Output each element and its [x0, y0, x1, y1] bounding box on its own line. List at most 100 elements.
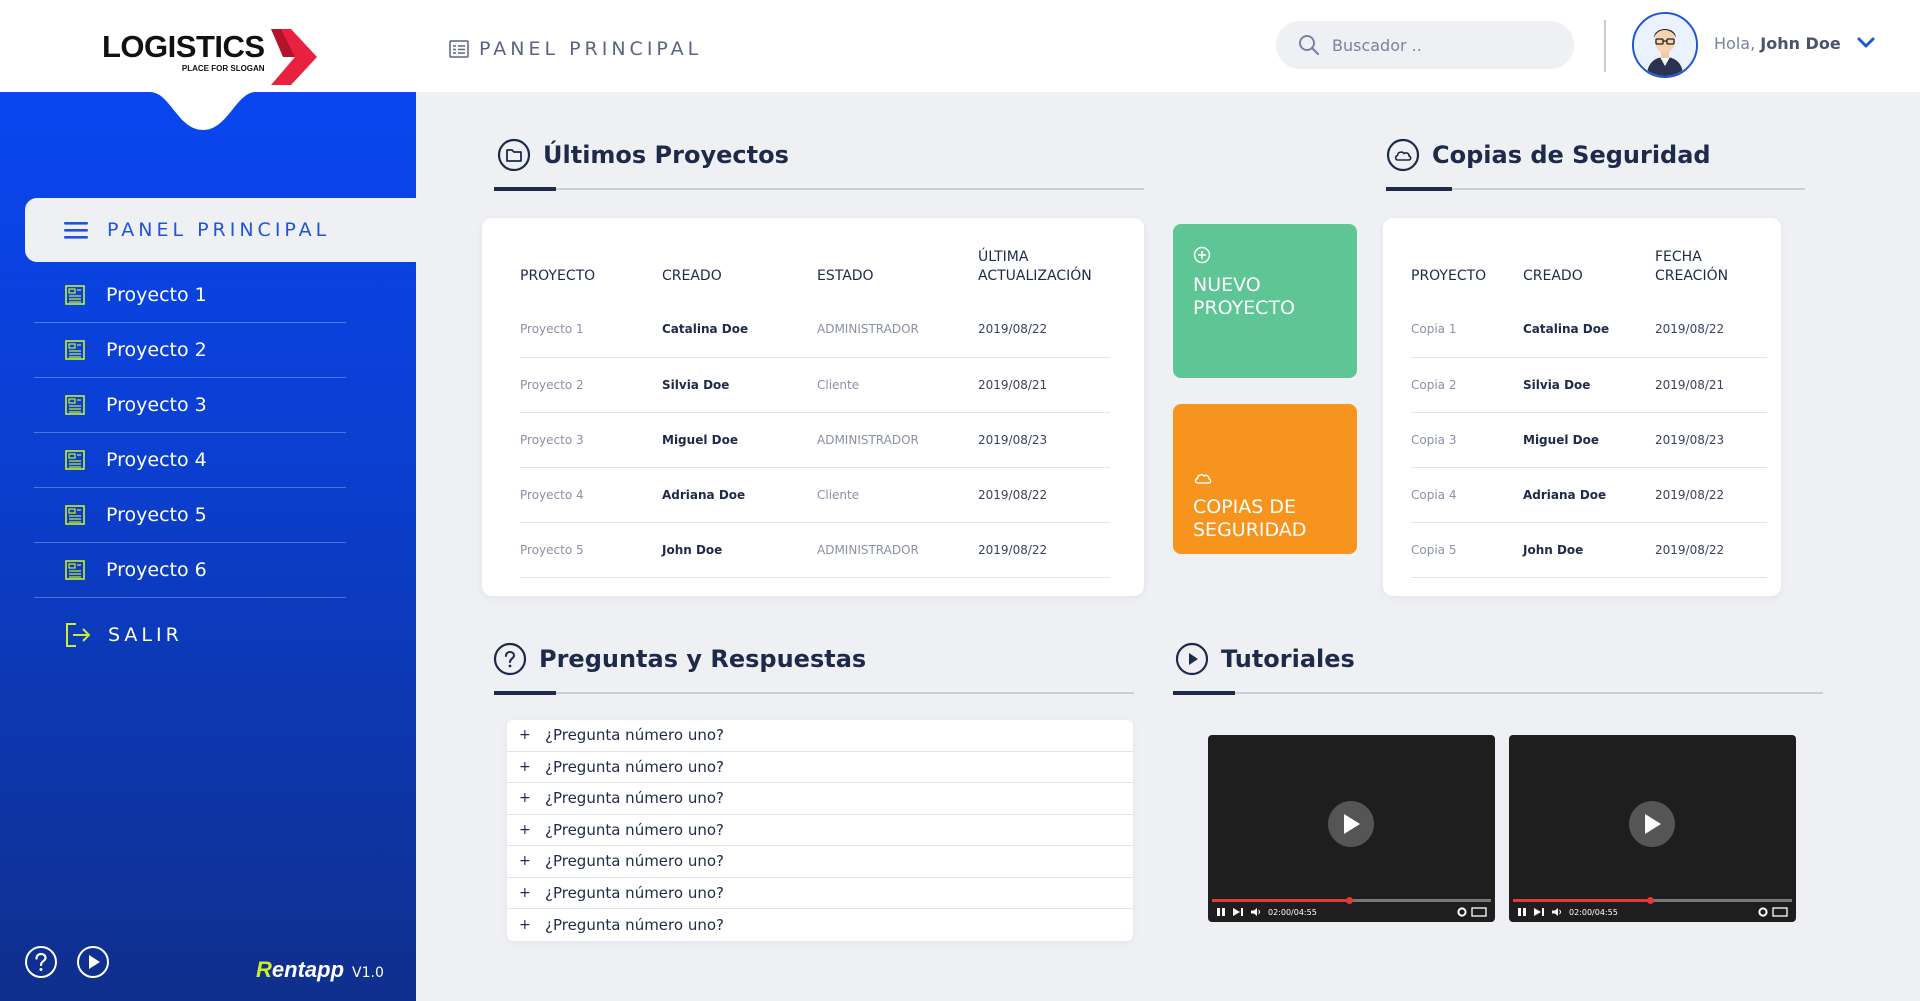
- app-logo[interactable]: LOGISTICS PLACE FOR SLOGAN: [102, 29, 317, 85]
- version-label: V1.0: [352, 965, 384, 981]
- table-row[interactable]: Proyecto 1 Catalina Doe ADMINISTRADOR 20…: [520, 302, 1110, 358]
- avatar[interactable]: [1632, 12, 1698, 78]
- table-row[interactable]: Proyecto 2 Silvia Doe Cliente 2019/08/21: [520, 357, 1110, 413]
- cell-creator: Silvia Doe: [1523, 357, 1655, 413]
- backups-table: PROYECTO CREADO FECHA CREACIÓN Copia 1 C…: [1411, 234, 1767, 578]
- tutorials-title: Tutoriales: [1221, 645, 1355, 673]
- table-row[interactable]: Copia 4 Adriana Doe 2019/08/22: [1411, 467, 1767, 523]
- backups-label: COPIAS DE SEGURIDAD: [1193, 496, 1307, 541]
- projects-card: PROYECTO CREADO ESTADO ÚLTIMA ACTUALIZAC…: [482, 218, 1144, 596]
- play-button[interactable]: [1629, 801, 1675, 847]
- projects-table: PROYECTO CREADO ESTADO ÚLTIMA ACTUALIZAC…: [520, 234, 1110, 578]
- cell-date: 2019/08/22: [978, 522, 1110, 578]
- skip-next-icon[interactable]: [1232, 907, 1244, 917]
- pause-icon[interactable]: [1517, 907, 1527, 917]
- col-header-creado[interactable]: CREADO: [1523, 234, 1655, 302]
- volume-icon[interactable]: [1551, 907, 1563, 917]
- settings-icon[interactable]: [1457, 907, 1467, 917]
- sidebar-item-proyecto-6[interactable]: Proyecto 6: [34, 543, 346, 598]
- tutorials-section-title: Tutoriales: [1175, 642, 1355, 676]
- backups-button[interactable]: COPIAS DE SEGURIDAD: [1173, 404, 1357, 554]
- col-header-fecha-creacion[interactable]: FECHA CREACIÓN: [1655, 234, 1767, 302]
- backups-section-title: Copias de Seguridad: [1386, 138, 1711, 172]
- faq-item[interactable]: + ¿Pregunta número uno?: [507, 878, 1133, 909]
- cell-date: 2019/08/22: [1655, 522, 1767, 578]
- col-header-estado[interactable]: ESTADO: [817, 234, 978, 302]
- table-row[interactable]: Proyecto 5 John Doe ADMINISTRADOR 2019/0…: [520, 522, 1110, 578]
- cell-project: Proyecto 3: [520, 412, 662, 468]
- sidebar-item-label: Proyecto 5: [106, 504, 207, 526]
- faq-question: ¿Pregunta número uno?: [545, 726, 724, 745]
- plus-circle-icon: [1193, 246, 1211, 264]
- fullscreen-icon[interactable]: [1471, 907, 1487, 917]
- search-input[interactable]: [1332, 35, 1552, 55]
- sidebar-item-proyecto-5[interactable]: Proyecto 5: [34, 488, 346, 543]
- sidebar-notch: [150, 92, 256, 130]
- video-progress-knob[interactable]: [1345, 897, 1353, 904]
- help-icon[interactable]: [24, 945, 58, 979]
- table-row[interactable]: Copia 5 John Doe 2019/08/22: [1411, 522, 1767, 578]
- sidebar-item-proyecto-2[interactable]: Proyecto 2: [34, 323, 346, 378]
- faq-title: Preguntas y Respuestas: [539, 645, 867, 673]
- table-row[interactable]: Copia 2 Silvia Doe 2019/08/21: [1411, 357, 1767, 413]
- settings-icon[interactable]: [1758, 907, 1768, 917]
- video-progress-bar[interactable]: [1212, 897, 1491, 904]
- faq-item[interactable]: + ¿Pregunta número uno?: [507, 752, 1133, 783]
- faq-question: ¿Pregunta número uno?: [545, 789, 724, 808]
- skip-next-icon[interactable]: [1533, 907, 1545, 917]
- volume-icon[interactable]: [1250, 907, 1262, 917]
- top-header: LOGISTICS PLACE FOR SLOGAN PANEL PRINCIP…: [0, 0, 1920, 92]
- table-row[interactable]: Proyecto 4 Adriana Doe Cliente 2019/08/2…: [520, 467, 1110, 523]
- sidebar-item-proyecto-1[interactable]: Proyecto 1: [34, 268, 346, 323]
- faq-item[interactable]: + ¿Pregunta número uno?: [507, 909, 1133, 941]
- cloud-icon: [1194, 474, 1212, 484]
- sidebar-item-panel-principal[interactable]: PANEL PRINCIPAL: [25, 198, 445, 262]
- table-row[interactable]: Copia 3 Miguel Doe 2019/08/23: [1411, 412, 1767, 468]
- table-row[interactable]: Proyecto 3 Miguel Doe ADMINISTRADOR 2019…: [520, 412, 1110, 468]
- logout-button[interactable]: SALIR: [64, 622, 183, 648]
- cell-creator: Catalina Doe: [662, 302, 817, 358]
- cell-creator: Silvia Doe: [662, 357, 817, 413]
- sidebar-item-proyecto-3[interactable]: Proyecto 3: [34, 378, 346, 433]
- faq-item[interactable]: + ¿Pregunta número uno?: [507, 815, 1133, 846]
- video-progress-knob[interactable]: [1646, 897, 1654, 904]
- sidebar-item-label: Proyecto 1: [106, 284, 207, 306]
- play-circle-icon[interactable]: [76, 945, 110, 979]
- logo-title: LOGISTICS: [102, 29, 265, 64]
- video-controls: 02:00/04:55: [1517, 906, 1788, 918]
- fullscreen-icon[interactable]: [1772, 907, 1788, 917]
- rentapp-logo: Rentapp: [256, 957, 344, 983]
- play-icon: [1344, 814, 1360, 834]
- tutorials-title-underline: [1173, 691, 1823, 695]
- new-project-button[interactable]: NUEVO PROYECTO: [1173, 224, 1357, 378]
- video-progress-bar[interactable]: [1513, 897, 1792, 904]
- sidebar-item-label: Proyecto 2: [106, 339, 207, 361]
- col-header-ultima-actualizacion[interactable]: ÚLTIMA ACTUALIZACIÓN: [978, 234, 1110, 302]
- cell-project: Proyecto 2: [520, 357, 662, 413]
- sidebar-active-label: PANEL PRINCIPAL: [107, 219, 331, 241]
- cell-status: Cliente: [817, 357, 978, 413]
- cell-date: 2019/08/22: [1655, 302, 1767, 358]
- chevron-down-icon[interactable]: [1856, 34, 1876, 50]
- sidebar-item-proyecto-4[interactable]: Proyecto 4: [34, 433, 346, 488]
- faq-item[interactable]: + ¿Pregunta número uno?: [507, 783, 1133, 815]
- video-player-1[interactable]: 02:00/04:55: [1208, 735, 1495, 922]
- faq-item[interactable]: + ¿Pregunta número uno?: [507, 846, 1133, 878]
- document-icon: [65, 560, 85, 580]
- play-button[interactable]: [1328, 801, 1374, 847]
- cell-status: ADMINISTRADOR: [817, 522, 978, 578]
- col-header-proyecto[interactable]: PROYECTO: [1411, 234, 1523, 302]
- col-header-creado[interactable]: CREADO: [662, 234, 817, 302]
- pause-icon[interactable]: [1216, 907, 1226, 917]
- cell-copy: Copia 5: [1411, 522, 1523, 578]
- faq-item[interactable]: + ¿Pregunta número uno?: [507, 720, 1133, 752]
- video-player-2[interactable]: 02:00/04:55: [1509, 735, 1796, 922]
- table-row[interactable]: Copia 1 Catalina Doe 2019/08/22: [1411, 302, 1767, 358]
- col-header-proyecto[interactable]: PROYECTO: [520, 234, 662, 302]
- document-icon: [65, 340, 85, 360]
- cell-date: 2019/08/21: [1655, 357, 1767, 413]
- search-box[interactable]: [1276, 21, 1574, 69]
- document-icon: [65, 505, 85, 525]
- cell-date: 2019/08/21: [978, 357, 1110, 413]
- user-name: John Doe: [1760, 34, 1841, 53]
